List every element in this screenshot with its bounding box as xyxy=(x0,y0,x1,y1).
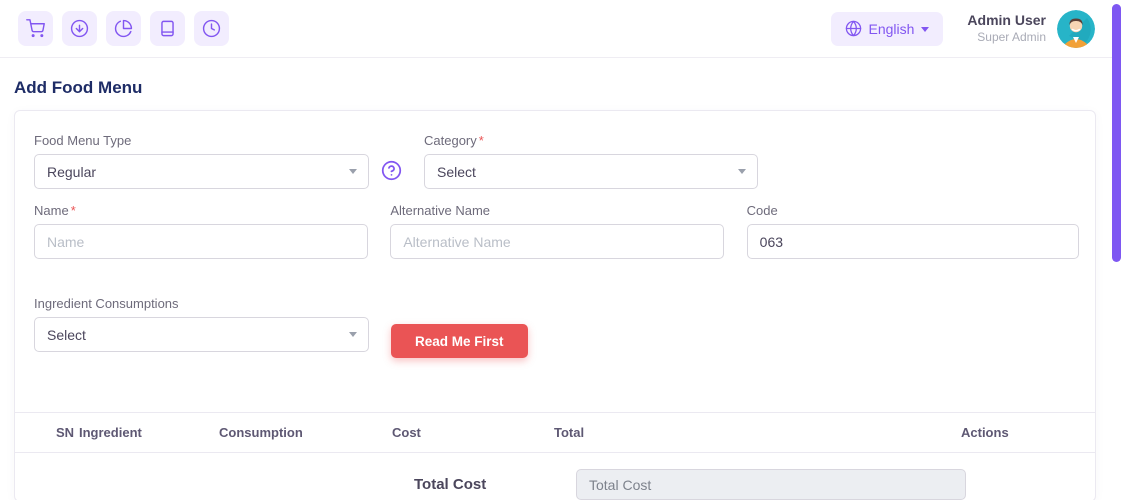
column-header-ingredient: Ingredient xyxy=(79,425,219,440)
language-dropdown[interactable]: English xyxy=(831,12,944,46)
download-icon[interactable] xyxy=(62,11,97,46)
required-asterisk: * xyxy=(71,203,76,218)
column-header-cost: Cost xyxy=(392,425,554,440)
book-icon[interactable] xyxy=(150,11,185,46)
avatar[interactable] xyxy=(1057,10,1095,48)
chevron-down-icon xyxy=(921,27,929,32)
name-field: Name* xyxy=(34,203,368,259)
top-navbar: English Admin User Super Admin xyxy=(0,0,1121,58)
cart-icon[interactable] xyxy=(18,11,53,46)
user-name: Admin User xyxy=(967,12,1046,30)
chevron-down-icon xyxy=(349,332,357,337)
food-menu-type-field: Food Menu Type Regular xyxy=(34,133,369,189)
column-header-total: Total xyxy=(554,425,961,440)
total-cost-input xyxy=(576,469,966,500)
category-field: Category* Select xyxy=(424,133,758,189)
form-row-3: Ingredient Consumptions Select Read Me F… xyxy=(34,296,1079,358)
column-header-consumption: Consumption xyxy=(219,425,392,440)
name-input[interactable] xyxy=(34,224,368,259)
required-asterisk: * xyxy=(479,133,484,148)
alternative-name-field: Alternative Name xyxy=(390,203,723,259)
food-menu-type-select[interactable]: Regular xyxy=(34,154,369,189)
code-label: Code xyxy=(747,203,1079,218)
add-food-menu-card: Food Menu Type Regular Category* Select xyxy=(14,110,1096,500)
name-label: Name xyxy=(34,203,69,218)
alternative-name-label: Alternative Name xyxy=(390,203,723,218)
chevron-down-icon xyxy=(738,169,746,174)
form-row-1: Food Menu Type Regular Category* Select xyxy=(34,133,1079,189)
user-info: Admin User Super Admin xyxy=(967,12,1046,45)
ingredient-consumptions-field: Ingredient Consumptions Select xyxy=(34,296,369,352)
ingredients-table: SN Ingredient Consumption Cost Total Act… xyxy=(15,412,1095,500)
table-header-row: SN Ingredient Consumption Cost Total Act… xyxy=(15,412,1095,453)
ingredient-consumptions-label: Ingredient Consumptions xyxy=(34,296,369,311)
scrollbar-thumb[interactable] xyxy=(1112,4,1121,262)
globe-icon xyxy=(845,20,862,37)
language-label: English xyxy=(869,21,915,37)
code-field: Code xyxy=(747,203,1079,259)
column-header-actions: Actions xyxy=(961,425,1079,440)
table-footer-row: Total Cost xyxy=(15,469,1095,500)
pie-chart-icon[interactable] xyxy=(106,11,141,46)
food-menu-type-label: Food Menu Type xyxy=(34,133,369,148)
chevron-down-icon xyxy=(349,169,357,174)
clock-icon[interactable] xyxy=(194,11,229,46)
form-row-2: Name* Alternative Name Code xyxy=(34,203,1079,259)
column-header-sn: SN xyxy=(34,425,79,440)
help-icon[interactable] xyxy=(381,160,402,181)
user-role: Super Admin xyxy=(967,30,1046,45)
ingredient-consumptions-select[interactable]: Select xyxy=(34,317,369,352)
toolbar-icon-group xyxy=(18,11,229,46)
page-title: Add Food Menu xyxy=(14,78,1121,98)
alternative-name-input[interactable] xyxy=(390,224,723,259)
category-select[interactable]: Select xyxy=(424,154,758,189)
category-label: Category xyxy=(424,133,477,148)
read-me-first-button[interactable]: Read Me First xyxy=(391,324,528,358)
total-cost-label: Total Cost xyxy=(414,476,576,493)
code-input[interactable] xyxy=(747,224,1079,259)
